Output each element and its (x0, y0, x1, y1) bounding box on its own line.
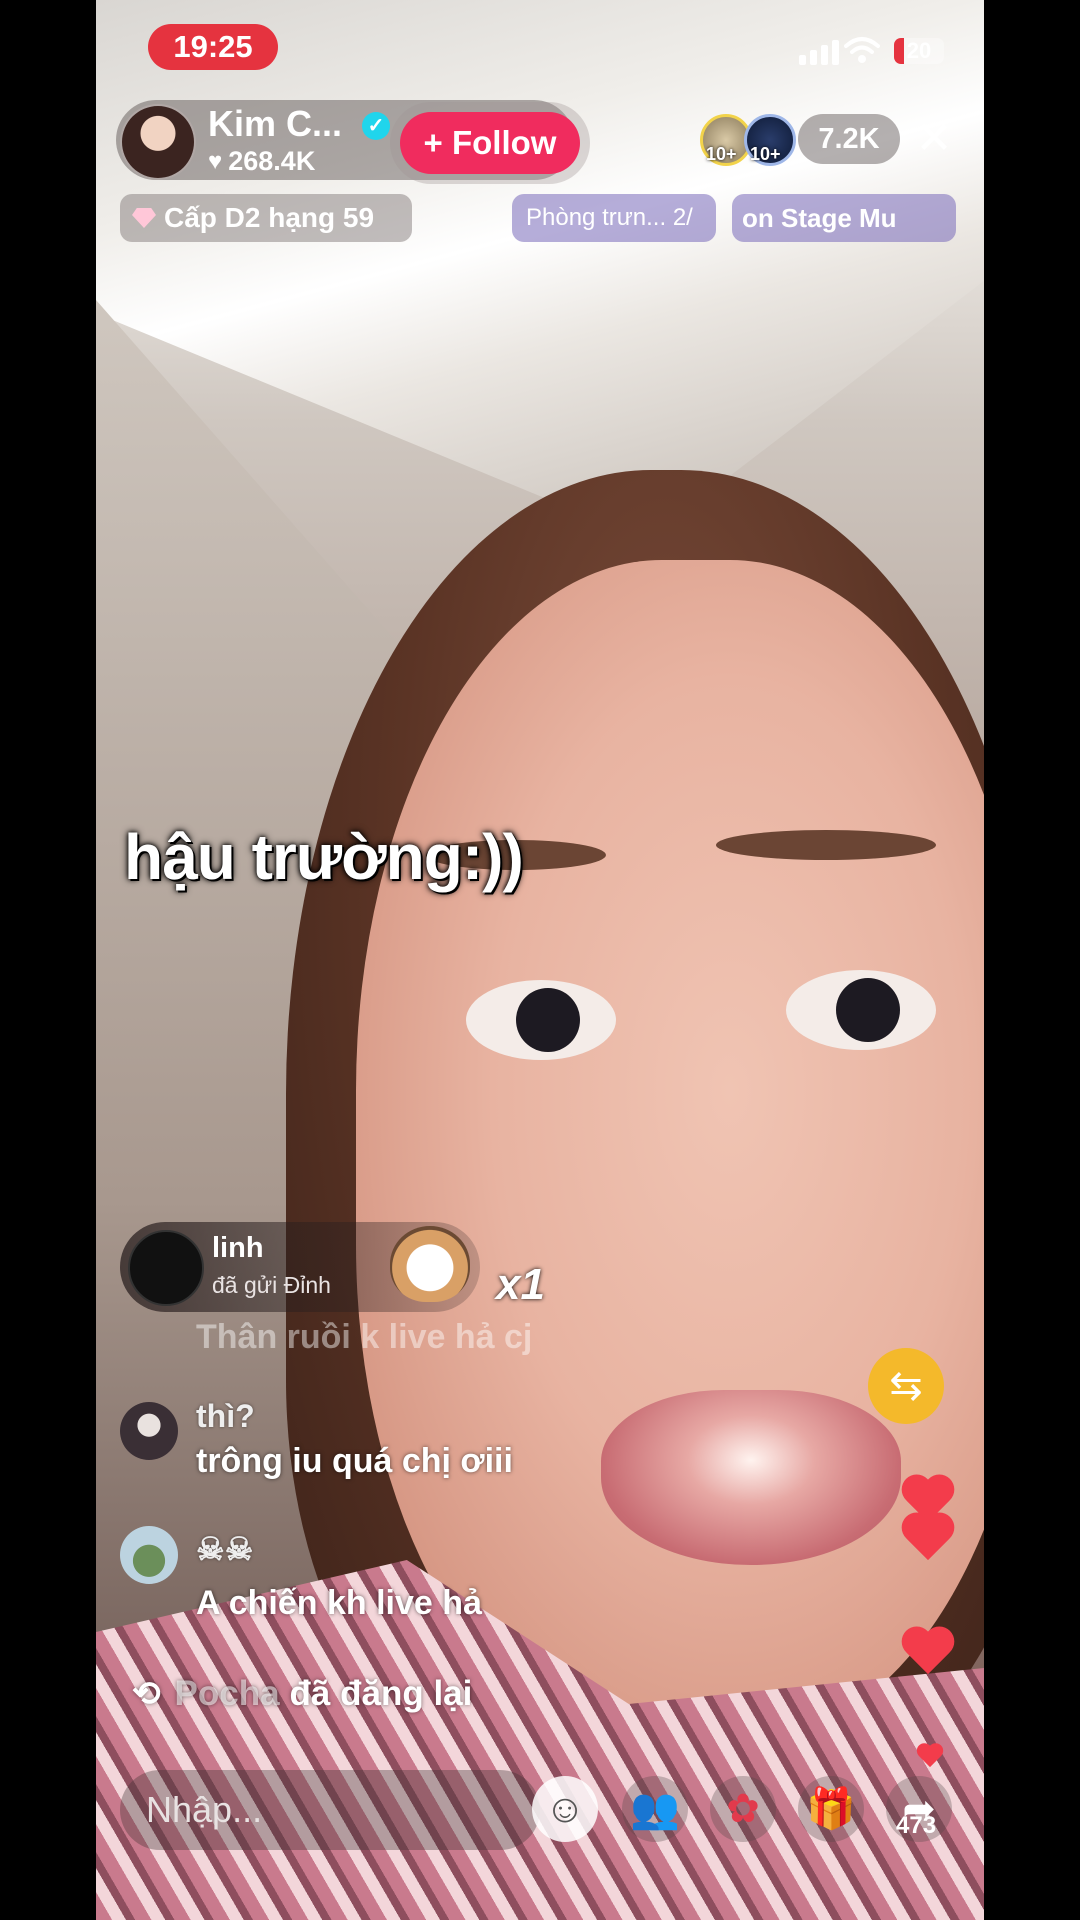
comment-username[interactable]: ☠☠ (196, 1530, 253, 1568)
heart-small-icon: ♥ (208, 147, 223, 175)
emoji-icon[interactable]: ☺ (532, 1776, 598, 1842)
video-brow-right (716, 830, 936, 860)
comment-text: trông iu quá chị ơiii (196, 1442, 513, 1480)
close-icon[interactable]: ✕ (914, 117, 954, 161)
diamond-icon (132, 208, 156, 228)
rose-gift-icon[interactable]: ✿ (710, 1776, 776, 1842)
viewer-rank-badge: 10+ (750, 144, 781, 164)
repost-notice: ⟲ Pocha đã đăng lại (132, 1674, 472, 1714)
comment-username[interactable]: thì? (196, 1398, 255, 1435)
room-badge[interactable]: Phòng trưn... 2/ (512, 194, 716, 242)
floating-heart-icon (902, 1514, 954, 1562)
comment-input[interactable]: Nhập... (120, 1770, 540, 1850)
gift-count: x1 (496, 1260, 545, 1309)
repost-icon: ⟲ (132, 1675, 161, 1713)
host-likes: ♥ 268.4K (208, 146, 315, 177)
status-time: 19:25 (148, 24, 278, 70)
follow-button[interactable]: + Follow (400, 112, 580, 174)
floating-heart-icon (902, 1628, 954, 1676)
video-eye-right (786, 970, 936, 1050)
battery-icon: 20 (894, 38, 944, 64)
stream-caption: hậu trường:)) (124, 821, 524, 893)
host-likes-count: 268.4K (228, 146, 316, 176)
commenter-avatar[interactable] (120, 1526, 178, 1584)
gift-sender-name[interactable]: linh (212, 1232, 264, 1265)
battery-percent: 20 (906, 38, 932, 63)
repost-text: đã đăng lại (289, 1674, 473, 1713)
commenter-avatar[interactable] (120, 1402, 178, 1460)
skull-emoji-pair: ☠☠ (196, 1531, 254, 1567)
viewer-rank-badge: 10+ (706, 144, 737, 164)
stage-badge[interactable]: on Stage Mu (732, 194, 956, 242)
faded-comment: Thân ruồi k live hả cj (196, 1318, 533, 1356)
live-video-background: 19:25 20 Kim C... ✓ ♥ 268.4K + Follow 10… (96, 0, 984, 1920)
cat-gift-icon (390, 1226, 470, 1302)
viewer-count[interactable]: 7.2K (798, 114, 900, 164)
host-avatar[interactable] (120, 104, 196, 180)
video-face (356, 560, 984, 1740)
gift-description: đã gửi Đỉnh (212, 1272, 331, 1298)
gift-sender-avatar[interactable] (128, 1230, 204, 1306)
repost-bubble-icon[interactable]: ⇆ (868, 1348, 944, 1424)
cellular-signal-icon (799, 40, 839, 65)
rank-label: Cấp D2 hạng 59 (164, 202, 375, 233)
comment-text: A chiến kh live hả (196, 1584, 482, 1622)
host-name[interactable]: Kim C... (208, 103, 342, 145)
gift-box-icon[interactable]: 🎁 (798, 1776, 864, 1842)
rank-badge[interactable]: Cấp D2 hạng 59 (120, 194, 412, 242)
floating-heart-icon (917, 1744, 943, 1768)
guests-icon[interactable]: 👥 (622, 1776, 688, 1842)
video-eye-left (466, 980, 616, 1060)
repost-username[interactable]: Pocha (175, 1674, 280, 1714)
share-count: 473 (896, 1812, 937, 1839)
verified-badge-icon: ✓ (362, 112, 390, 140)
wifi-icon (844, 37, 880, 63)
video-mouth (601, 1390, 901, 1565)
top-viewer-2[interactable]: 10+ (744, 114, 796, 166)
